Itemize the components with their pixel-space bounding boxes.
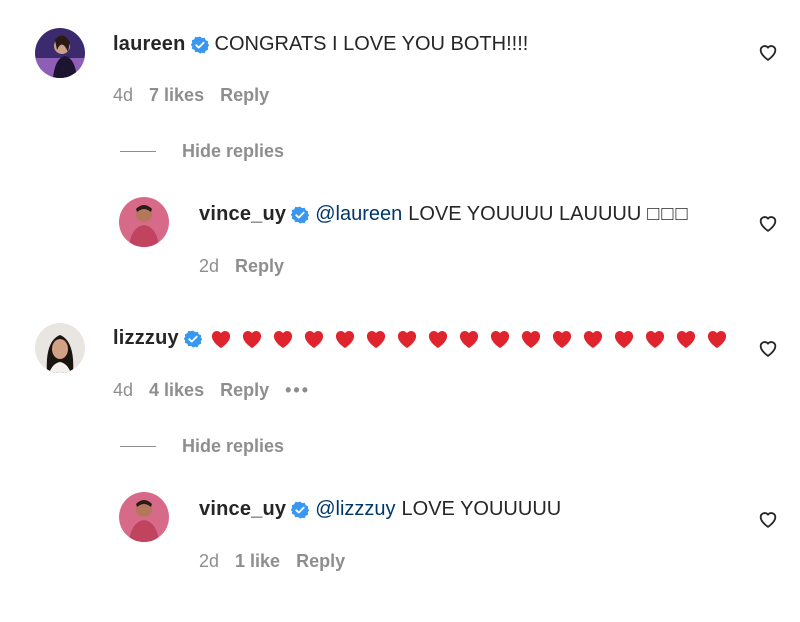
reply-button[interactable]: Reply (220, 85, 269, 106)
avatar[interactable] (35, 323, 85, 373)
username[interactable]: vince_uy (199, 498, 286, 521)
avatar[interactable] (119, 492, 169, 542)
red-heart-emoji-icon (521, 330, 540, 348)
heart-outline-icon[interactable] (757, 41, 779, 63)
likes-count[interactable]: 4 likes (149, 380, 204, 401)
comment-text: CONGRATS I LOVE YOU BOTH!!!! (214, 33, 529, 55)
mention-link[interactable]: @lizzzuy (315, 498, 395, 521)
heart-outline-icon[interactable] (757, 508, 779, 530)
comment-time: 2d (199, 551, 220, 571)
heart-emoji-row (210, 329, 728, 349)
hide-replies-label: Hide replies (182, 436, 285, 456)
verified-badge-icon (183, 330, 203, 348)
red-heart-emoji-icon (304, 330, 323, 348)
red-heart-emoji-icon (366, 330, 385, 348)
comment-time: 4d (113, 85, 134, 105)
comment-text: LOVE YOUUUU LAUUUU (408, 203, 642, 225)
red-heart-emoji-icon (242, 330, 261, 348)
missing-emoji-glyphs: □□□ (647, 203, 690, 225)
red-heart-emoji-icon (335, 330, 354, 348)
hide-replies-button[interactable]: Hide replies (120, 436, 284, 457)
red-heart-emoji-icon (211, 330, 230, 348)
avatar[interactable] (35, 28, 85, 78)
red-heart-emoji-icon (459, 330, 478, 348)
heart-outline-icon[interactable] (757, 337, 779, 359)
red-heart-emoji-icon (614, 330, 633, 348)
red-heart-emoji-icon (583, 330, 602, 348)
comment-time: 4d (113, 380, 134, 400)
reply-button[interactable]: Reply (235, 256, 284, 277)
hide-replies-label: Hide replies (182, 141, 285, 161)
reply-button[interactable]: Reply (220, 380, 269, 401)
red-heart-emoji-icon (552, 330, 571, 348)
username[interactable]: vince_uy (199, 203, 286, 226)
comment-text: LOVE YOUUUUU (401, 498, 562, 520)
red-heart-emoji-icon (490, 330, 509, 348)
divider (120, 446, 156, 447)
red-heart-emoji-icon (428, 330, 447, 348)
reply-button[interactable]: Reply (296, 551, 345, 572)
red-heart-emoji-icon (397, 330, 416, 348)
likes-count[interactable]: 1 like (235, 551, 280, 572)
heart-outline-icon[interactable] (757, 212, 779, 234)
verified-badge-icon (190, 36, 209, 54)
likes-count[interactable]: 7 likes (149, 85, 204, 106)
divider (120, 151, 156, 152)
red-heart-emoji-icon (707, 330, 726, 348)
username[interactable]: laureen (113, 33, 186, 56)
red-heart-emoji-icon (273, 330, 292, 348)
red-heart-emoji-icon (645, 330, 664, 348)
username[interactable]: lizzzuy (113, 327, 179, 350)
verified-badge-icon (290, 206, 310, 224)
comment-time: 2d (199, 256, 220, 276)
hide-replies-button[interactable]: Hide replies (120, 141, 284, 162)
more-options-icon[interactable]: ••• (285, 380, 310, 401)
verified-badge-icon (290, 501, 310, 519)
mention-link[interactable]: @laureen (315, 203, 402, 226)
red-heart-emoji-icon (676, 330, 695, 348)
avatar[interactable] (119, 197, 169, 247)
